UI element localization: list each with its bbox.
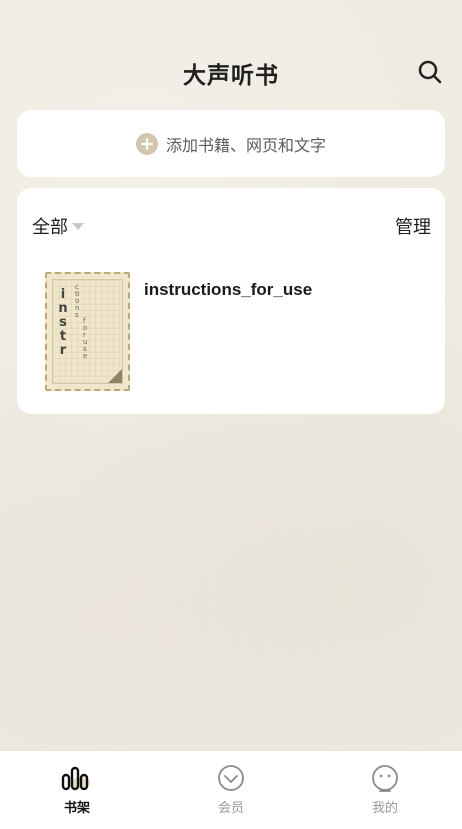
heart-icon	[218, 765, 244, 791]
filter-label: 全部	[32, 217, 68, 238]
tab-label: 我的	[371, 801, 398, 816]
manage-button[interactable]: 管理	[395, 213, 431, 239]
app-header: 大声听书	[0, 52, 462, 92]
add-content-button[interactable]: 添加书籍、网页和文字	[17, 110, 445, 177]
tab-label: 会员	[217, 801, 244, 816]
cover-title-small-2: foruse	[83, 317, 88, 360]
book-title[interactable]: instructions_for_use	[144, 280, 312, 300]
tab-label: 书架	[63, 801, 90, 816]
tab-membership[interactable]: 会员	[171, 751, 291, 816]
add-content-label: 添加书籍、网页和文字	[165, 135, 326, 155]
cover-title-small: ctions	[75, 283, 80, 319]
page-title: 大声听书	[183, 62, 279, 89]
bookshelf-icon	[61, 766, 90, 791]
tab-mine[interactable]: 我的	[325, 751, 445, 816]
smiley-icon	[372, 765, 398, 792]
cover-corner-fold	[108, 369, 122, 383]
category-filter[interactable]: 全部	[32, 213, 84, 239]
bookshelf-panel: 全部 管理 instr ctions foruse instructions_f…	[17, 188, 445, 414]
cover-title-large: instr	[58, 287, 68, 358]
search-icon	[418, 60, 442, 84]
book-cover: instr ctions foruse	[45, 272, 130, 391]
search-button[interactable]	[416, 58, 444, 86]
chevron-down-icon	[72, 222, 84, 230]
tab-bookshelf[interactable]: 书架	[17, 751, 137, 816]
book-cover-item[interactable]: instr ctions foruse	[45, 272, 130, 391]
plus-icon	[135, 132, 158, 155]
bottom-tab-bar: 书架 会员 我的	[0, 751, 462, 829]
